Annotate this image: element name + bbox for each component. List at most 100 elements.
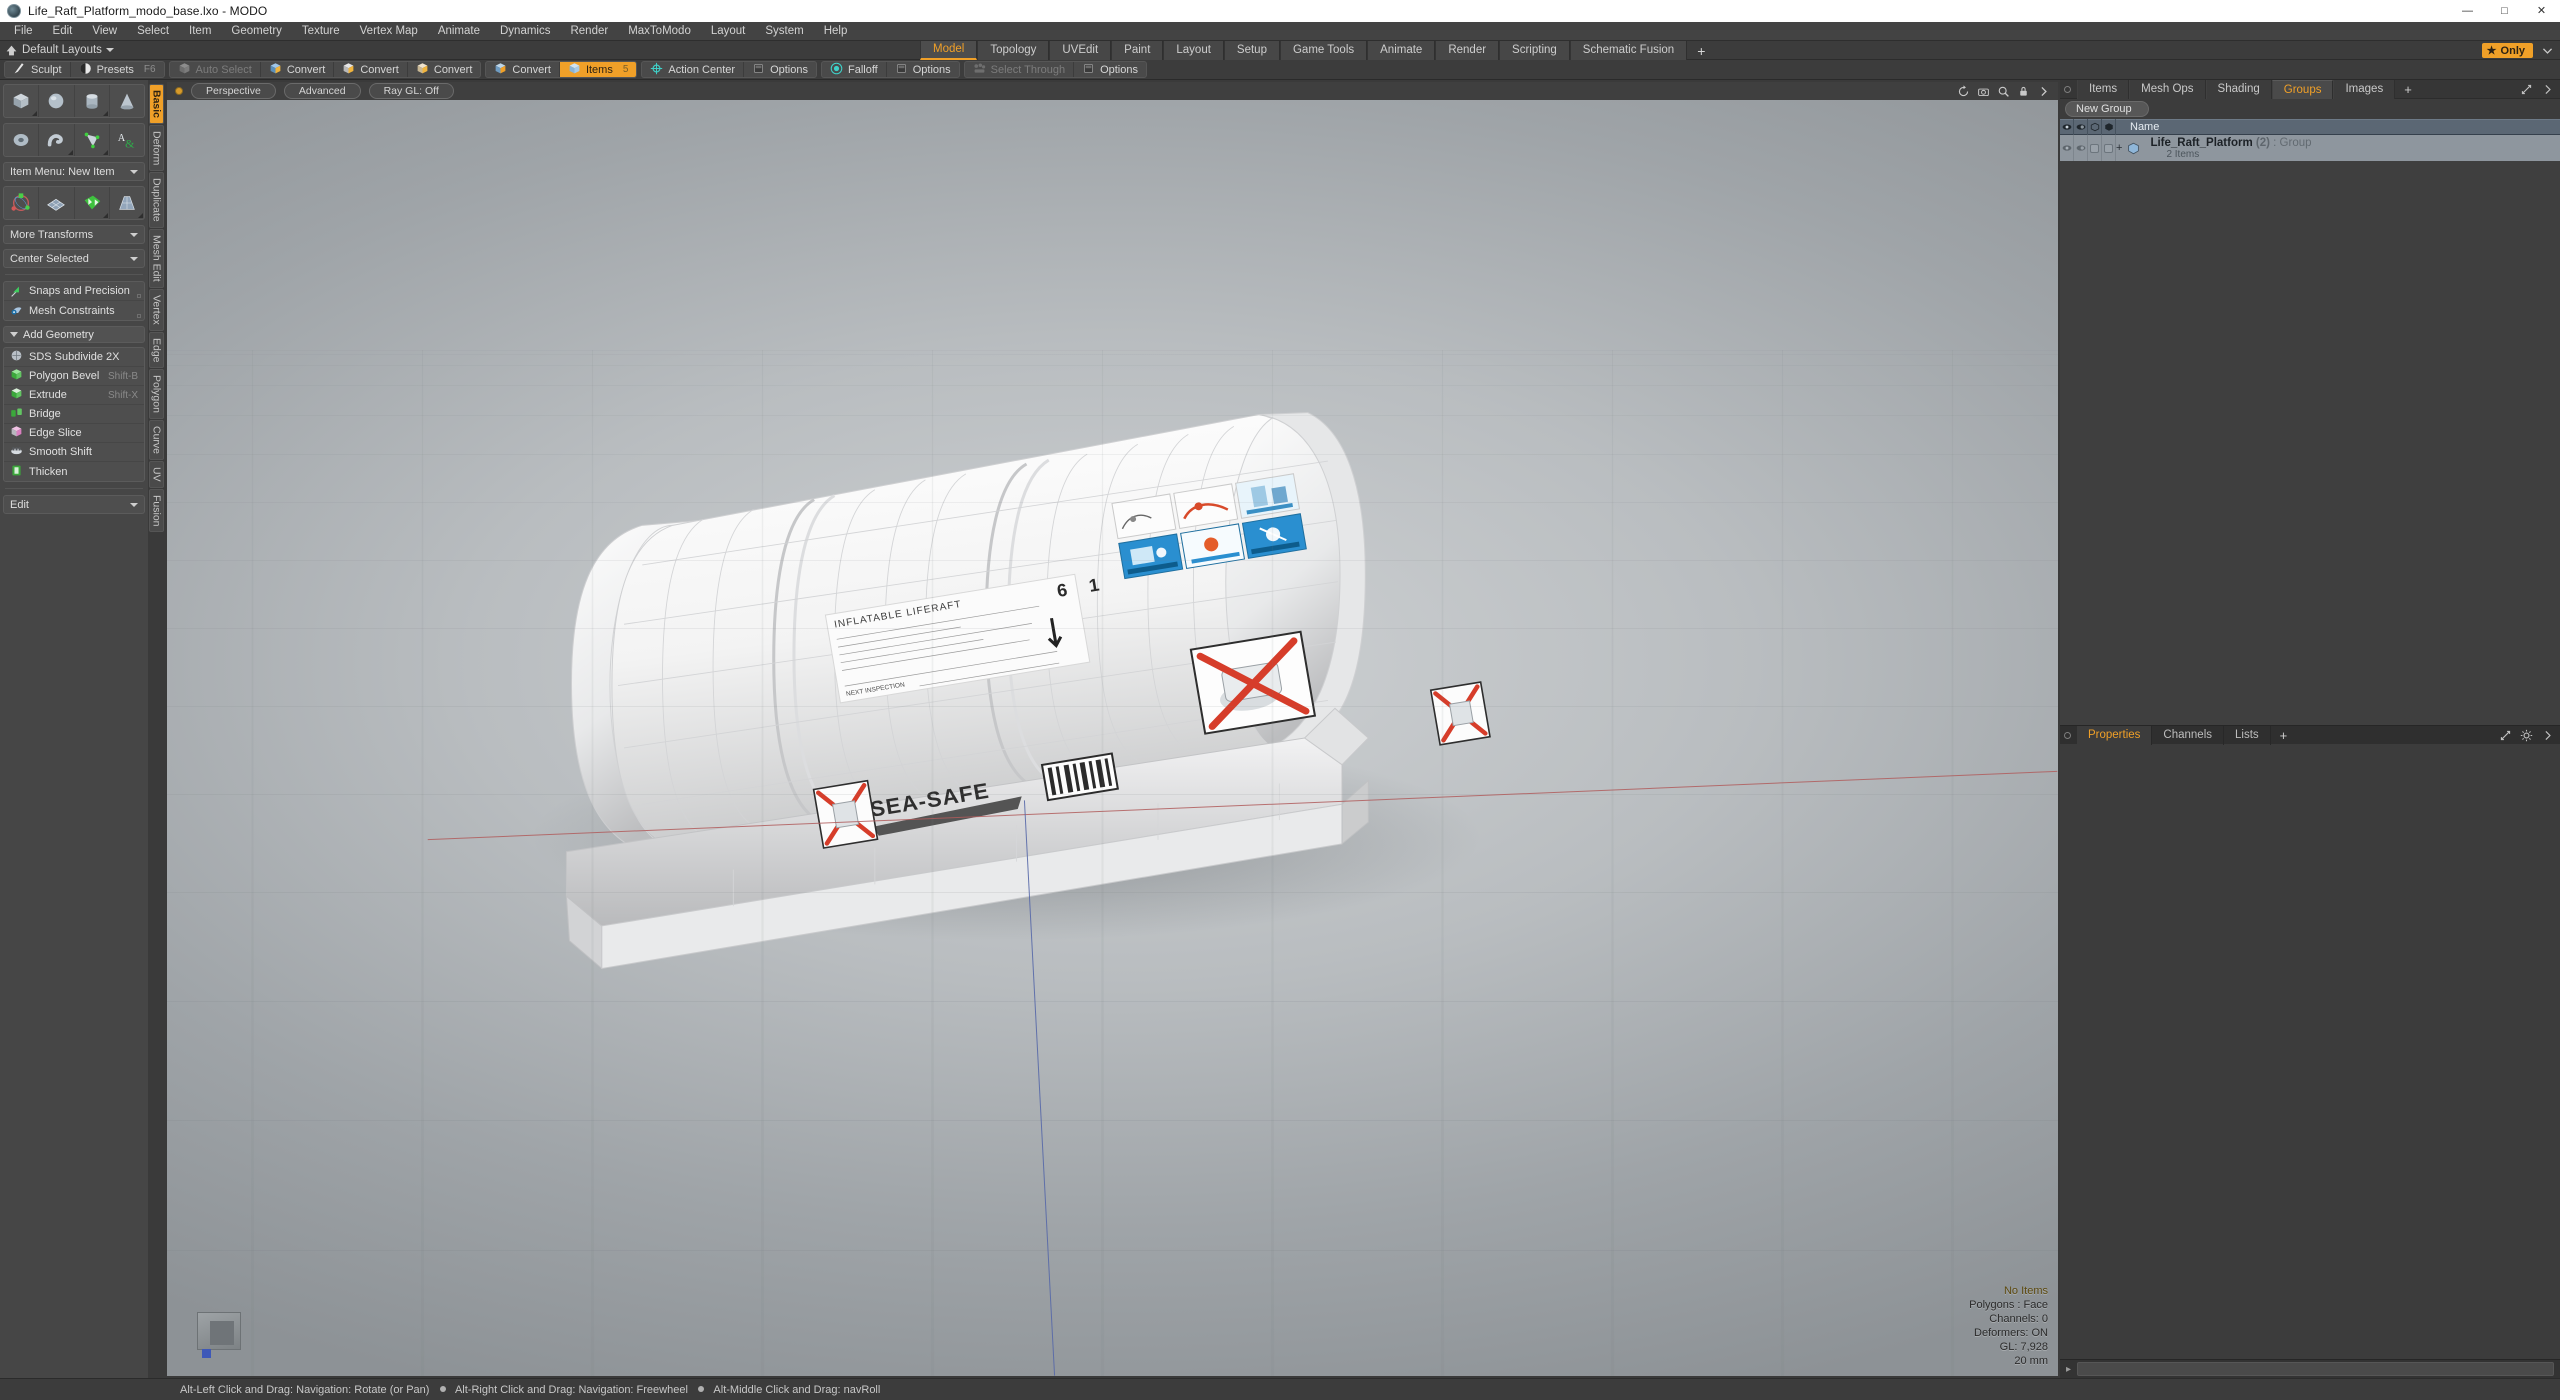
geometry-tool-polygon-bevel[interactable]: Polygon Bevel Shift-B [4,367,144,386]
row-wireframe-toggle[interactable] [2088,135,2102,161]
transform-gizmo-icon[interactable] [4,187,40,219]
lock-icon[interactable] [2017,85,2030,98]
menu-item-file[interactable]: File [4,23,43,39]
toolbar-button-action-center[interactable]: Action Center [642,62,745,77]
chevron-down-icon[interactable] [2541,44,2554,57]
layout-tab-model[interactable]: Model [920,41,978,60]
group-tree-body[interactable]: + Life_Raft_Platform (2) : Group 2 Items [2060,135,2560,725]
checker-mesh-icon[interactable] [75,187,110,219]
menu-item-layout[interactable]: Layout [701,23,756,39]
menu-item-view[interactable]: View [82,23,127,39]
properties-body[interactable] [2060,744,2560,1359]
menu-item-item[interactable]: Item [179,23,221,39]
geometry-tool-thicken[interactable]: Thicken [4,462,144,481]
toolbar-button-falloff[interactable]: Falloff [822,62,887,77]
row-visibility-eye-icon[interactable] [2060,135,2074,161]
toolbar-button-convert[interactable]: Convert [486,62,560,77]
panel-menu-icon[interactable] [2064,85,2071,93]
tube-icon[interactable] [39,124,75,156]
minimize-button[interactable]: — [2449,0,2486,22]
toolbar-button-convert[interactable]: Convert [408,62,481,77]
toolbar-button-convert[interactable]: Convert [334,62,408,77]
toolbar-button-options[interactable]: Options [1074,62,1146,77]
viewport-3d[interactable]: INFLATABLE LIFERAFT 6 1 NEXT INSPECTION [167,100,2058,1376]
add-tab-button[interactable]: + [2395,82,2421,97]
default-layouts-dropdown[interactable]: Default Layouts [22,44,114,56]
properties-tab-channels[interactable]: Channels [2152,725,2225,745]
render-eye-icon[interactable] [2074,119,2088,135]
menu-item-dynamics[interactable]: Dynamics [490,23,560,39]
tool-tab-fusion[interactable]: Fusion [149,488,164,533]
mesh-constraints-button[interactable]: Mesh Constraints [4,301,144,320]
panel-menu-icon[interactable] [2064,731,2071,739]
geometry-tool-bridge[interactable]: Bridge [4,405,144,424]
sphere-icon[interactable] [39,85,75,117]
row-shading-toggle[interactable] [2102,135,2116,161]
taper-mesh-icon[interactable] [110,187,144,219]
snaps-and-precision-button[interactable]: Snaps and Precision [4,282,144,301]
maximize-button[interactable]: □ [2486,0,2523,22]
tool-tab-basic[interactable]: Basic [149,84,164,125]
table-row[interactable]: + Life_Raft_Platform (2) : Group 2 Items [2060,135,2560,161]
chevron-right-icon[interactable] [2541,83,2554,96]
add-layout-tab-button[interactable]: + [1687,41,1715,60]
toolbar-button-items[interactable]: Items 5 [559,62,637,77]
right-tab-images[interactable]: Images [2333,79,2396,99]
tool-tab-deform[interactable]: Deform [149,125,164,172]
edit-dropdown[interactable]: Edit [3,495,145,514]
layout-tab-paint[interactable]: Paint [1111,41,1164,60]
wireframe-icon[interactable] [2088,119,2102,135]
right-tab-items[interactable]: Items [2077,79,2130,99]
menu-item-select[interactable]: Select [127,23,179,39]
toolbar-button-options[interactable]: Options [744,62,816,77]
tool-tab-edge[interactable]: Edge [149,331,164,369]
tool-tab-mesh-edit[interactable]: Mesh Edit [149,229,164,288]
layout-tab-scripting[interactable]: Scripting [1499,41,1570,60]
menu-item-texture[interactable]: Texture [292,23,350,39]
add-geometry-header[interactable]: Add Geometry [3,326,145,343]
chevron-right-icon[interactable] [2037,85,2050,98]
viewport-orientation-widget[interactable] [197,1312,241,1358]
layout-tab-uvedit[interactable]: UVEdit [1049,41,1112,60]
geometry-tool-edge-slice[interactable]: Edge Slice [4,424,144,443]
constraints-options-box[interactable] [137,314,141,318]
layout-tab-setup[interactable]: Setup [1223,41,1280,60]
toolbar-button-select-through[interactable]: Select Through [965,62,1075,77]
new-group-button[interactable]: New Group [2065,101,2149,117]
cube-icon[interactable] [4,85,40,117]
mesh-grid-icon[interactable] [39,187,75,219]
home-icon[interactable] [0,44,22,57]
cone-icon[interactable] [110,85,144,117]
tool-tab-curve[interactable]: Curve [149,420,164,461]
tool-tab-uv[interactable]: UV [149,461,164,488]
toolbar-button-auto-select[interactable]: Auto Select [170,62,261,77]
geometry-tool-smooth-shift[interactable]: Smooth Shift [4,443,144,462]
tool-tab-polygon[interactable]: Polygon [149,369,164,420]
polygon-mesh-icon[interactable] [75,124,110,156]
text-icon[interactable]: A & [110,124,144,156]
toolbar-button-options[interactable]: Options [887,62,959,77]
menu-item-geometry[interactable]: Geometry [221,23,292,39]
snaps-options-box[interactable] [137,294,141,298]
layout-tab-render[interactable]: Render [1435,41,1500,60]
close-button[interactable]: ✕ [2523,0,2560,22]
torus-icon[interactable] [4,124,40,156]
chevron-right-icon[interactable] [2541,729,2554,742]
tree-expander[interactable]: + [2116,142,2122,154]
only-badge[interactable]: ★ Only [2481,43,2533,58]
geometry-tool-sds-subdivide-2x[interactable]: SDS Subdivide 2X [4,348,144,367]
raygl-toggle[interactable]: Ray GL: Off [368,83,454,99]
properties-tab-lists[interactable]: Lists [2224,725,2271,745]
layout-tab-game-tools[interactable]: Game Tools [1279,41,1368,60]
menu-item-animate[interactable]: Animate [428,23,490,39]
layout-tab-schematic-fusion[interactable]: Schematic Fusion [1569,41,1688,60]
command-input[interactable] [2077,1362,2554,1376]
search-icon[interactable] [1997,85,2010,98]
expand-icon[interactable] [2499,729,2512,742]
toolbar-button-sculpt[interactable]: Sculpt [5,62,71,77]
refresh-icon[interactable] [1957,84,1970,98]
menu-item-render[interactable]: Render [560,23,618,39]
expand-icon[interactable] [2520,83,2533,96]
gear-icon[interactable] [2520,729,2533,742]
menu-item-vertex-map[interactable]: Vertex Map [350,23,428,39]
